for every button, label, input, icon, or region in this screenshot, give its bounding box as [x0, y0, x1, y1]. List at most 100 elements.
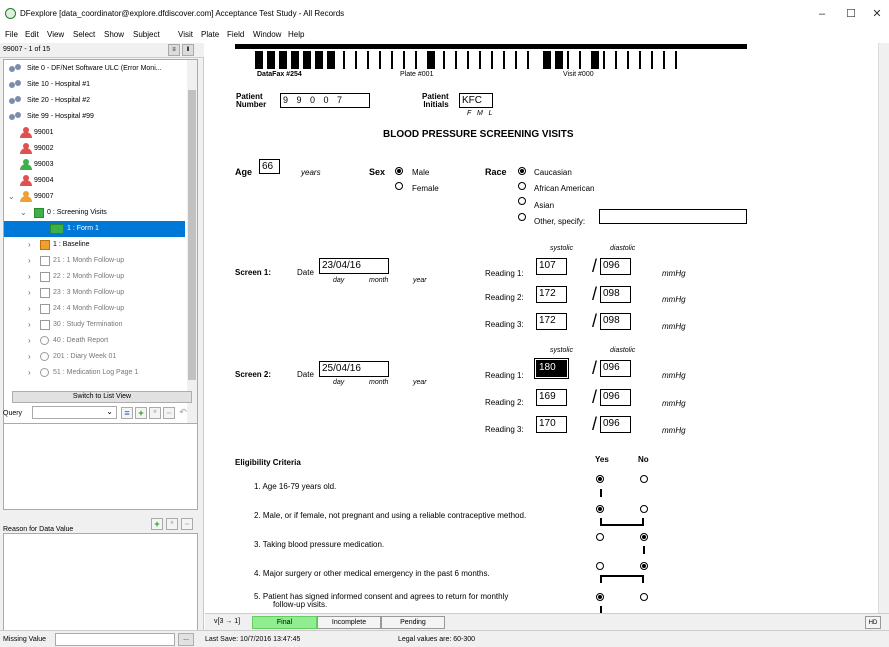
hd-button[interactable]: HD [865, 616, 881, 629]
chevron-down-icon[interactable]: ⌄ [8, 189, 15, 205]
add-query-button[interactable]: + [135, 407, 147, 419]
screen1-reading3-diastolic[interactable]: 098 [600, 313, 631, 330]
criterion-2-yes-radio[interactable] [596, 505, 604, 513]
menu-select[interactable]: Select [73, 30, 95, 39]
tree-scrollbar[interactable] [187, 60, 197, 430]
list-icon[interactable]: ≡ [121, 407, 133, 419]
menu-plate[interactable]: Plate [201, 30, 219, 39]
scrollbar-thumb[interactable] [188, 90, 196, 380]
menu-help[interactable]: Help [288, 30, 304, 39]
chevron-right-icon[interactable]: › [28, 301, 31, 317]
chevron-right-icon[interactable]: › [28, 349, 31, 365]
chevron-right-icon[interactable]: › [28, 333, 31, 349]
tree-site-0[interactable]: Site 0 - DF/Net Software ULC (Error Moni… [4, 61, 185, 77]
patient-number-field[interactable]: 9 9 0 0 7 [280, 93, 370, 108]
minimize-button[interactable]: – [811, 6, 833, 22]
menu-view[interactable]: View [47, 30, 64, 39]
tree-visit-24[interactable]: › 24 : 4 Month Follow-up [4, 301, 185, 317]
criterion-3-no-radio[interactable] [640, 533, 648, 541]
tree-view-icon[interactable]: ≡ [168, 44, 180, 56]
tree-visit-22[interactable]: › 22 : 2 Month Follow-up [4, 269, 185, 285]
tree-site-10[interactable]: Site 10 - Hospital #1 [4, 77, 185, 93]
delete-reason-button[interactable]: − [181, 518, 193, 530]
screen2-reading2-diastolic[interactable]: 096 [600, 389, 631, 406]
tree-visit-21[interactable]: › 21 : 1 Month Follow-up [4, 253, 185, 269]
tree-patient-99004[interactable]: 99004 [4, 173, 185, 189]
criterion-3-yes-radio[interactable] [596, 533, 604, 541]
chevron-right-icon[interactable]: › [28, 365, 31, 381]
race-other-radio[interactable] [518, 213, 526, 221]
sex-female-radio[interactable] [395, 182, 403, 190]
menu-window[interactable]: Window [253, 30, 281, 39]
tree-visit-201[interactable]: › 201 : Diary Week 01 [4, 349, 185, 365]
close-button[interactable]: ✕ [866, 6, 888, 22]
chevron-right-icon[interactable]: › [28, 253, 31, 269]
edit-query-button[interactable]: * [149, 407, 161, 419]
undo-icon[interactable]: ↶ [177, 407, 189, 419]
screen2-reading3-diastolic[interactable]: 096 [600, 416, 631, 433]
tree-visit-51[interactable]: › 51 : Medication Log Page 1 [4, 365, 185, 381]
screen1-reading2-systolic[interactable]: 172 [536, 286, 567, 303]
tree-patient-99001[interactable]: 99001 [4, 125, 185, 141]
menu-field[interactable]: Field [227, 30, 244, 39]
tree-site-20[interactable]: Site 20 - Hospital #2 [4, 93, 185, 109]
record-tree[interactable]: Site 0 - DF/Net Software ULC (Error Moni… [3, 59, 198, 431]
tree-visit-30[interactable]: › 30 : Study Termination [4, 317, 185, 333]
chevron-right-icon[interactable]: › [28, 285, 31, 301]
screen1-reading1-systolic[interactable]: 107 [536, 258, 567, 275]
status-final-button[interactable]: Final [252, 616, 317, 629]
race-asian-radio[interactable] [518, 197, 526, 205]
status-incomplete-button[interactable]: Incomplete [317, 616, 381, 629]
screen2-reading2-systolic[interactable]: 169 [536, 389, 567, 406]
race-african-american-radio[interactable] [518, 182, 526, 190]
tree-patient-99007[interactable]: ⌄ 99007 [4, 189, 185, 205]
race-other-specify-field[interactable] [599, 209, 747, 224]
criterion-1-yes-radio[interactable] [596, 475, 604, 483]
tree-plate-form-1[interactable]: 1 : Form 1 [4, 221, 185, 237]
patient-initials-field[interactable]: KFC [459, 93, 493, 108]
chevron-right-icon[interactable]: › [28, 237, 31, 253]
query-text-area[interactable] [3, 423, 198, 510]
criterion-2-no-radio[interactable] [640, 505, 648, 513]
criterion-4-yes-radio[interactable] [596, 562, 604, 570]
menu-visit[interactable]: Visit [178, 30, 193, 39]
menu-file[interactable]: File [5, 30, 18, 39]
screen1-reading2-diastolic[interactable]: 098 [600, 286, 631, 303]
query-dropdown[interactable]: ⌄ [32, 406, 117, 419]
menu-show[interactable]: Show [104, 30, 124, 39]
add-reason-button[interactable]: + [151, 518, 163, 530]
screen2-date-field[interactable]: 25/04/16 [319, 361, 389, 377]
criterion-1-no-radio[interactable] [640, 475, 648, 483]
tree-site-99[interactable]: Site 99 - Hospital #99 [4, 109, 185, 125]
menu-subject[interactable]: Subject [133, 30, 160, 39]
tree-visit-23[interactable]: › 23 : 3 Month Follow-up [4, 285, 185, 301]
switch-to-list-view-button[interactable]: Switch to List View [12, 391, 192, 403]
tree-patient-99002[interactable]: 99002 [4, 141, 185, 157]
age-field[interactable]: 66 [259, 159, 280, 174]
screen2-reading1-diastolic[interactable]: 096 [600, 360, 631, 377]
reason-text-area[interactable] [3, 533, 198, 640]
tree-visit-1[interactable]: › 1 : Baseline [4, 237, 185, 253]
chevron-down-icon[interactable]: ⌄ [20, 205, 27, 221]
edit-reason-button[interactable]: * [166, 518, 178, 530]
missing-value-field[interactable] [55, 633, 175, 646]
form-scrollbar[interactable] [878, 43, 889, 613]
columns-view-icon[interactable]: ‖ [182, 44, 194, 56]
screen1-date-field[interactable]: 23/04/16 [319, 258, 389, 274]
screen2-reading1-systolic[interactable]: 180 [534, 358, 569, 379]
menu-edit[interactable]: Edit [25, 30, 39, 39]
chevron-right-icon[interactable]: › [28, 317, 31, 333]
maximize-button[interactable]: ☐ [840, 6, 862, 22]
tree-visit-40[interactable]: › 40 : Death Report [4, 333, 185, 349]
screen1-reading3-systolic[interactable]: 172 [536, 313, 567, 330]
chevron-right-icon[interactable]: › [28, 269, 31, 285]
status-pending-button[interactable]: Pending [381, 616, 445, 629]
sex-male-radio[interactable] [395, 167, 403, 175]
criterion-5-no-radio[interactable] [640, 593, 648, 601]
screen1-reading1-diastolic[interactable]: 096 [600, 258, 631, 275]
missing-value-picker-button[interactable]: ... [178, 633, 194, 646]
tree-patient-99003[interactable]: 99003 [4, 157, 185, 173]
tree-visit-0[interactable]: ⌄ 0 : Screening Visits [4, 205, 185, 221]
criterion-4-no-radio[interactable] [640, 562, 648, 570]
criterion-5-yes-radio[interactable] [596, 593, 604, 601]
